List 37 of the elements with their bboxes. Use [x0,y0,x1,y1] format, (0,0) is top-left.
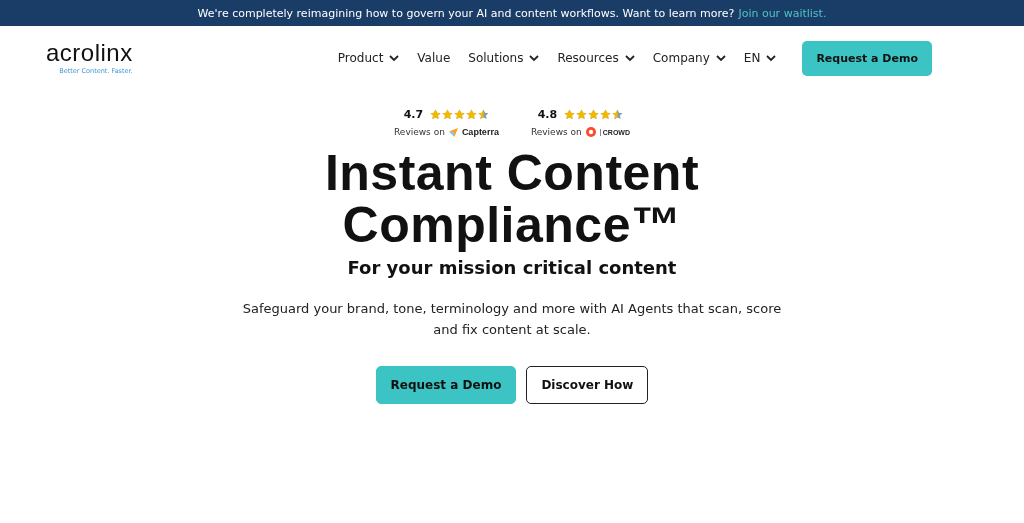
waitlist-link[interactable]: Join our waitlist. [738,6,827,20]
star-icon [478,109,490,120]
logo-wordmark[interactable]: acrolinx [46,41,133,65]
star-icon [588,109,600,120]
chevron-icon [529,54,540,62]
g2-icon [585,127,596,137]
hero-description: Safeguard your brand, tone, terminology and more with AI Agents that scan, score and fix content at scale. [241,300,783,339]
rating-score: 4.8 [537,108,558,121]
request-demo-button[interactable]: Request a Demo [375,366,517,404]
nav-item[interactable]: Company [652,51,726,65]
hero-subtitle: For your mission critical content [347,257,677,278]
star-icon [564,109,576,120]
star-icon [466,109,478,120]
star-icon [612,109,624,120]
capterra-icon [448,127,458,137]
hero-title: Instant Content Compliance™ [323,147,701,251]
reviews-label: Reviews on [530,127,582,137]
nav-item[interactable]: Product [337,51,400,65]
chevron-icon [389,54,400,62]
star-icon [454,109,466,120]
banner-text: We're completely reimagining how to govern your AI and content workflows. Want to learn more? [197,6,735,20]
discover-button[interactable]: Discover How [526,366,649,404]
nav-item[interactable]: Value [417,51,451,65]
star-icon [600,109,612,120]
request-demo-button[interactable]: Request a Demo [802,40,932,76]
nav-item[interactable]: Solutions [468,51,540,65]
star-icon [430,109,442,120]
rating-score: 4.7 [403,108,424,121]
reviews-label: Reviews on [394,127,445,137]
star-icon [442,109,454,120]
star-icon [576,109,588,120]
nav-item[interactable]: Resources [557,51,635,65]
chevron-icon [624,54,635,62]
review-site-name[interactable]: Capterra [461,127,499,137]
chevron-icon [715,54,726,62]
nav-item[interactable]: EN [743,51,777,65]
chevron-icon [766,54,777,62]
